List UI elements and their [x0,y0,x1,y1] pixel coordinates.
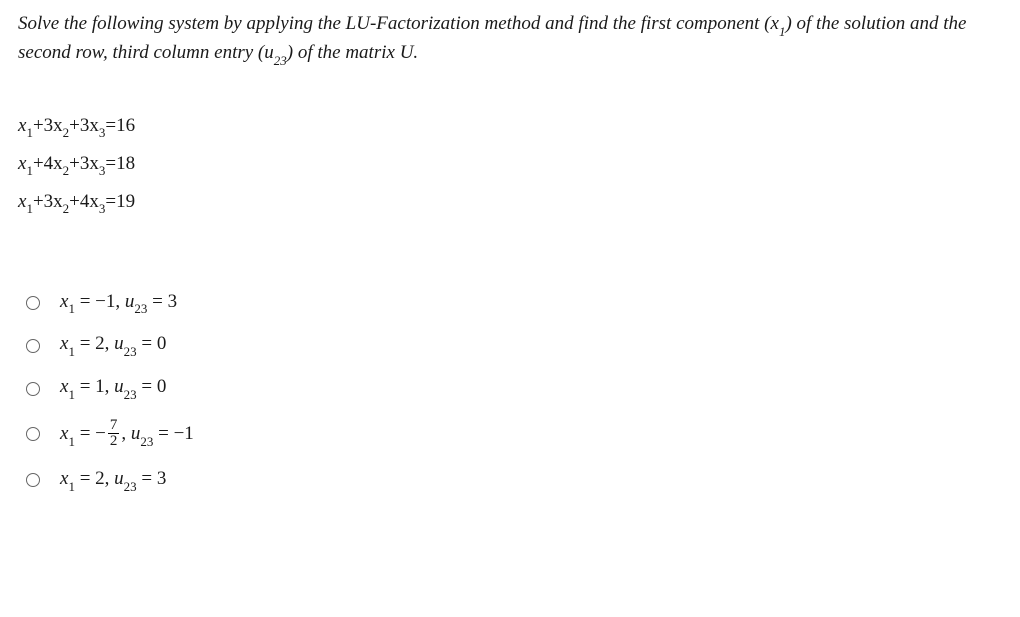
radio-icon[interactable] [26,339,40,353]
equation-2: x1+4x2+3x3=18 [18,145,1002,183]
radio-icon[interactable] [26,382,40,396]
equation-system: x1+3x2+3x3=16 x1+4x2+3x3=18 x1+3x2+4x3=1… [18,107,1002,221]
option-3-label: x1 = 1, u23 = 0 [60,376,166,401]
prompt-x1-sub: 1 [779,24,786,39]
prompt-text-3: ) of the matrix U. [287,42,418,63]
option-5[interactable]: x1 = 2, u23 = 3 [26,468,1002,493]
option-2-label: x1 = 2, u23 = 0 [60,333,166,358]
prompt-text-1: Solve the following system by applying t… [18,13,771,34]
option-2[interactable]: x1 = 2, u23 = 0 [26,333,1002,358]
equation-1: x1+3x2+3x3=16 [18,107,1002,145]
radio-icon[interactable] [26,296,40,310]
option-1[interactable]: x1 = −1, u23 = 3 [26,291,1002,316]
prompt-u23-sub: 23 [274,53,287,68]
radio-icon[interactable] [26,427,40,441]
radio-icon[interactable] [26,473,40,487]
equation-3: x1+3x2+4x3=19 [18,183,1002,221]
option-4-label: x1 = −72, u23 = −1 [60,419,194,450]
option-1-label: x1 = −1, u23 = 3 [60,291,177,316]
answer-options: x1 = −1, u23 = 3 x1 = 2, u23 = 0 x1 = 1,… [18,291,1002,493]
option-3[interactable]: x1 = 1, u23 = 0 [26,376,1002,401]
option-5-label: x1 = 2, u23 = 3 [60,468,166,493]
option-4[interactable]: x1 = −72, u23 = −1 [26,419,1002,450]
fraction: 72 [108,418,120,449]
prompt-x1-var: x [771,13,779,34]
question-prompt: Solve the following system by applying t… [18,10,1002,69]
